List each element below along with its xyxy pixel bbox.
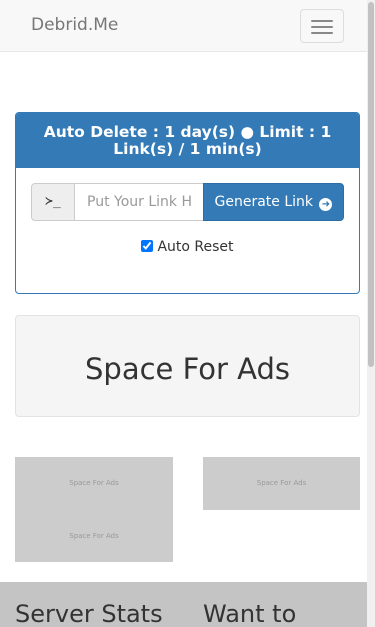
menu-toggle-button[interactable] — [300, 9, 344, 43]
link-input[interactable] — [74, 183, 204, 221]
ad-slot-left[interactable]: Space For Ads Space For Ads — [15, 457, 173, 562]
ad-banner-text: Space For Ads — [85, 352, 290, 386]
auto-reset-option[interactable]: Auto Reset — [16, 239, 359, 255]
ad-banner[interactable]: Space For Ads — [15, 315, 360, 417]
want-to-heading: Want to — [203, 600, 297, 627]
navbar: Debrid.Me — [0, 0, 375, 52]
panel-heading: Auto Delete : 1 day(s) ● Limit : 1 Link(… — [16, 113, 359, 168]
hamburger-icon — [311, 20, 333, 22]
ad-slot-text: Space For Ads — [69, 532, 119, 540]
link-input-group: ≻_ Generate Link ➜ — [31, 183, 344, 221]
hamburger-icon-bar — [311, 32, 333, 34]
ad-slot-right[interactable]: Space For Ads — [203, 457, 360, 510]
page-scrollbar[interactable] — [367, 0, 375, 627]
ad-slot-text: Space For Ads — [69, 479, 119, 487]
footer: Server Stats Want to — [0, 582, 375, 627]
generator-panel: Auto Delete : 1 day(s) ● Limit : 1 Link(… — [15, 112, 360, 294]
arrow-circle-right-icon: ➜ — [319, 198, 333, 211]
generate-link-label: Generate Link — [214, 194, 314, 210]
hamburger-icon-bar — [311, 26, 333, 28]
generate-link-button[interactable]: Generate Link ➜ — [203, 183, 344, 221]
ad-slot-text: Space For Ads — [256, 479, 307, 487]
terminal-icon: ≻_ — [31, 183, 75, 221]
server-stats-heading: Server Stats — [15, 600, 163, 627]
brand-logo[interactable]: Debrid.Me — [31, 15, 118, 35]
auto-reset-checkbox[interactable] — [141, 240, 154, 252]
scrollbar-thumb[interactable] — [368, 2, 374, 367]
auto-reset-label: Auto Reset — [157, 239, 234, 255]
